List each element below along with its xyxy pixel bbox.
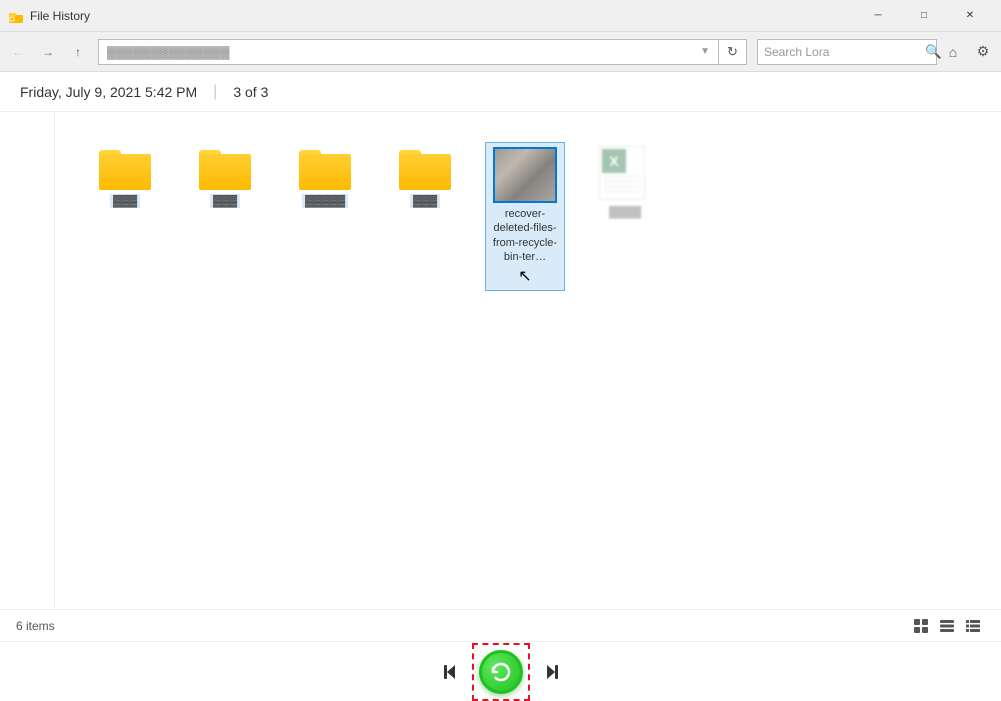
- app-icon: [8, 8, 24, 24]
- address-bar-wrapper: ▓▓▓▓▓▓▓▓▓▓▓▓▓▓ ▼ ↻: [98, 39, 747, 65]
- search-box: 🔍: [757, 39, 937, 65]
- minimize-button[interactable]: ─: [855, 0, 901, 32]
- back-button[interactable]: ←: [4, 38, 32, 66]
- restore-button[interactable]: [479, 650, 523, 694]
- date-separator: |: [213, 83, 217, 101]
- nav-bar: ← → ↑ ▓▓▓▓▓▓▓▓▓▓▓▓▓▓ ▼ ↻ 🔍 ⌂ ⚙: [0, 32, 1001, 72]
- folder-body: [399, 154, 451, 190]
- folder-icon: [99, 146, 151, 190]
- address-bar[interactable]: ▓▓▓▓▓▓▓▓▓▓▓▓▓▓ ▼: [98, 39, 719, 65]
- search-input[interactable]: [758, 45, 925, 59]
- status-bar: 6 items: [0, 609, 1001, 641]
- folder-icon: [299, 146, 351, 190]
- maximize-button[interactable]: □: [901, 0, 947, 32]
- home-button[interactable]: ⌂: [939, 38, 967, 66]
- title-bar: File History ─ □ ✕: [0, 0, 1001, 32]
- list-view-button[interactable]: [935, 616, 959, 636]
- image-preview: [495, 149, 555, 201]
- detail-view-button[interactable]: [961, 616, 985, 636]
- sidebar: [0, 112, 55, 609]
- settings-button[interactable]: ⚙: [969, 38, 997, 66]
- restore-button-outline: [472, 643, 530, 701]
- folder-label: ▓▓▓: [410, 194, 440, 208]
- excel-lines: [604, 175, 640, 195]
- folder-icon: [399, 146, 451, 190]
- items-count: 6 items: [16, 619, 55, 633]
- skip-to-end-button[interactable]: [534, 654, 570, 690]
- folder-label: ▓▓▓: [210, 194, 240, 208]
- folder-body: [199, 154, 251, 190]
- folder-icon: [199, 146, 251, 190]
- list-item[interactable]: ▓▓▓: [385, 142, 465, 212]
- folder-body: [299, 154, 351, 190]
- cursor-position: ↖: [518, 266, 531, 286]
- page-info: 3 of 3: [233, 84, 268, 100]
- list-item[interactable]: ▓▓▓: [185, 142, 265, 212]
- close-button[interactable]: ✕: [947, 0, 993, 32]
- excel-badge: X: [602, 149, 626, 173]
- skip-to-start-button[interactable]: [432, 654, 468, 690]
- view-buttons: [909, 616, 985, 636]
- excel-icon: X: [599, 146, 651, 202]
- folder-label: ▓▓▓: [110, 194, 140, 208]
- address-dropdown-icon[interactable]: ▼: [700, 46, 710, 57]
- content-area: ▓▓▓ ▓▓▓ ▓▓▓▓▓: [55, 112, 1001, 609]
- files-row: ▓▓▓ ▓▓▓ ▓▓▓▓▓: [75, 132, 981, 301]
- file-label: ▓▓▓▓: [609, 206, 641, 218]
- refresh-button[interactable]: ↻: [719, 39, 747, 65]
- up-button[interactable]: ↑: [64, 38, 92, 66]
- list-item[interactable]: ▓▓▓▓▓: [285, 142, 365, 212]
- forward-button[interactable]: →: [34, 38, 62, 66]
- large-icon-view-button[interactable]: [909, 616, 933, 636]
- bottom-controls: [0, 641, 1001, 701]
- list-item[interactable]: recover-deleted-files-from-recycle-bin-t…: [485, 142, 565, 291]
- folder-body: [99, 154, 151, 190]
- date-text: Friday, July 9, 2021 5:42 PM: [20, 84, 197, 100]
- date-bar: Friday, July 9, 2021 5:42 PM | 3 of 3: [0, 72, 1001, 112]
- window-controls: ─ □ ✕: [855, 0, 993, 32]
- image-thumbnail: [493, 147, 557, 203]
- main-container: ▓▓▓ ▓▓▓ ▓▓▓▓▓: [0, 112, 1001, 609]
- excel-body: X: [599, 146, 645, 200]
- list-item[interactable]: X ▓▓▓▓: [585, 142, 665, 222]
- file-label: recover-deleted-files-from-recycle-bin-t…: [490, 207, 560, 264]
- list-item[interactable]: ▓▓▓: [85, 142, 165, 212]
- window-title: File History: [30, 9, 855, 23]
- folder-label: ▓▓▓▓▓: [302, 194, 348, 208]
- address-text: ▓▓▓▓▓▓▓▓▓▓▓▓▓▓: [107, 45, 229, 59]
